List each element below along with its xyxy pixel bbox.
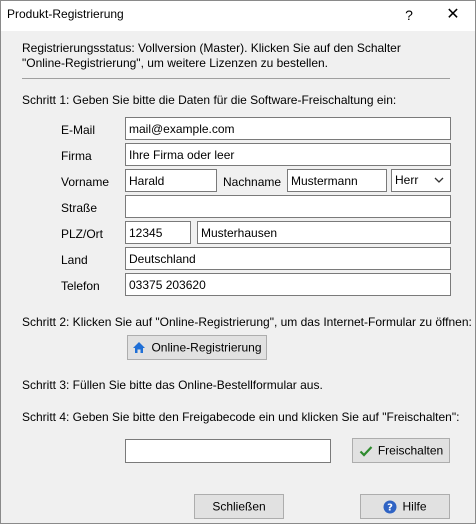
registration-status-line2: "Online-Registrierung", um weitere Lizen… xyxy=(22,56,329,70)
help-icon[interactable]: ? xyxy=(397,5,421,25)
registration-status-line1: Registrierungsstatus: Vollversion (Maste… xyxy=(22,41,401,55)
salutation-select[interactable]: Herr xyxy=(391,169,451,192)
unlock-button-label: Freischalten xyxy=(377,443,444,458)
step4-text: Schritt 4: Geben Sie bitte den Freigabec… xyxy=(22,410,460,424)
firstname-label: Vorname xyxy=(61,175,110,189)
step2-text: Schritt 2: Klicken Sie auf "Online-Regis… xyxy=(22,315,472,329)
help-button-label: Hilfe xyxy=(402,499,427,514)
lastname-label: Nachname xyxy=(223,175,282,189)
salutation-value: Herr xyxy=(395,173,419,187)
help-button[interactable]: ? Hilfe xyxy=(360,494,450,519)
close-button[interactable]: Schließen xyxy=(194,494,284,519)
unlock-button[interactable]: Freischalten xyxy=(352,438,450,463)
svg-text:?: ? xyxy=(388,502,394,513)
chevron-down-icon xyxy=(434,177,444,183)
phone-field[interactable] xyxy=(125,273,451,296)
online-registration-label: Online-Registrierung xyxy=(151,340,262,355)
close-button-label: Schließen xyxy=(212,499,266,514)
window-title: Produkt-Registrierung xyxy=(7,7,124,21)
country-field[interactable] xyxy=(125,247,451,270)
zip-field[interactable] xyxy=(125,221,191,244)
question-mark-icon: ? xyxy=(383,500,397,514)
release-code-field[interactable] xyxy=(125,439,331,463)
separator xyxy=(22,78,450,79)
city-field[interactable] xyxy=(197,221,451,244)
online-registration-button[interactable]: Online-Registrierung xyxy=(127,335,267,360)
step1-text: Schritt 1: Geben Sie bitte die Daten für… xyxy=(22,93,397,107)
company-field[interactable] xyxy=(125,143,451,166)
close-icon[interactable]: ✕ xyxy=(441,5,465,25)
email-field[interactable] xyxy=(125,117,451,140)
lastname-field[interactable] xyxy=(287,169,387,192)
home-icon xyxy=(133,342,146,354)
phone-label: Telefon xyxy=(61,279,100,293)
company-label: Firma xyxy=(61,149,92,163)
street-field[interactable] xyxy=(125,195,451,218)
registration-dialog: Produkt-Registrierung ? ✕ Registrierungs… xyxy=(0,0,476,524)
street-label: Straße xyxy=(61,201,98,215)
title-bar: Produkt-Registrierung ? ✕ xyxy=(1,1,475,31)
country-label: Land xyxy=(61,253,88,267)
step3-text: Schritt 3: Füllen Sie bitte das Online-B… xyxy=(22,378,323,392)
email-label: E-Mail xyxy=(61,123,96,137)
checkmark-icon xyxy=(359,446,373,457)
firstname-field[interactable] xyxy=(125,169,217,192)
zip-city-label: PLZ/Ort xyxy=(61,227,104,241)
